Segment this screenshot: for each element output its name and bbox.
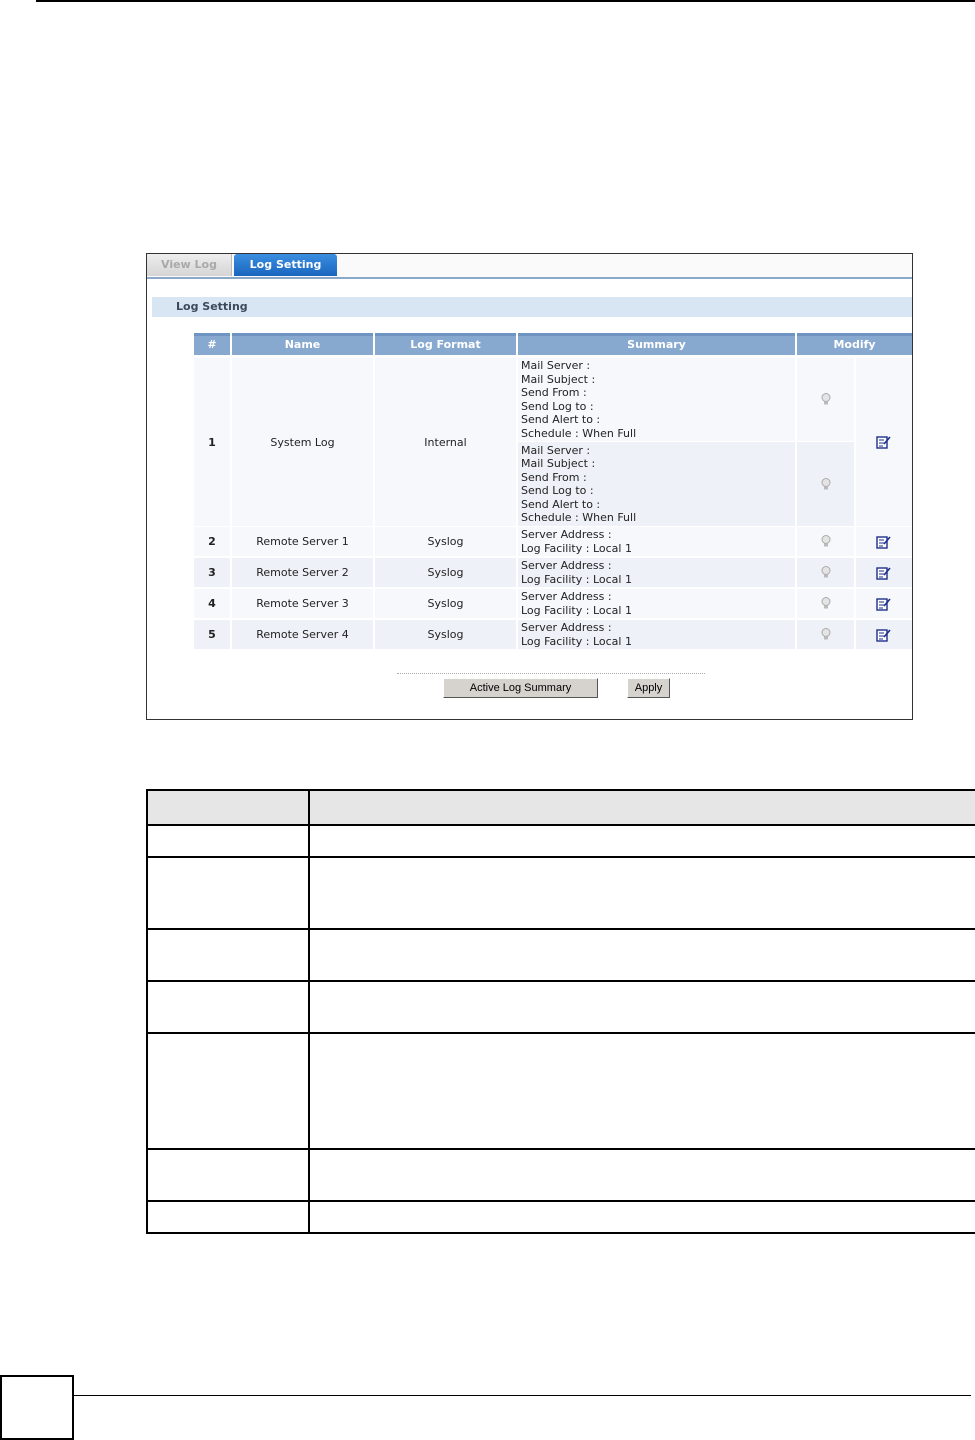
header-rule: [36, 0, 975, 2]
col-header-name: Name: [232, 333, 373, 355]
section-title: Log Setting: [152, 297, 912, 317]
table-row: [148, 980, 975, 1032]
table-row: [148, 824, 975, 856]
table-row: [148, 1148, 975, 1200]
row-summary: Server Address : Log Facility : Local 1: [518, 589, 795, 618]
description-table: [146, 789, 975, 1234]
tab-log-setting[interactable]: Log Setting: [234, 254, 337, 276]
footer-rule: [74, 1395, 971, 1396]
lightbulb-icon[interactable]: [797, 358, 854, 441]
row-name: Remote Server 2: [232, 558, 373, 587]
table-row: [148, 856, 975, 928]
lightbulb-icon[interactable]: [797, 620, 854, 649]
row-number: 3: [194, 558, 230, 587]
edit-icon[interactable]: [856, 589, 912, 618]
col-header-summary: Summary: [518, 333, 795, 355]
lightbulb-icon[interactable]: [797, 442, 854, 526]
row-summary: Server Address : Log Facility : Local 1: [518, 527, 795, 556]
lightbulb-icon[interactable]: [797, 589, 854, 618]
table-row: [148, 1200, 975, 1232]
row-summary: Mail Server : Mail Subject : Send From :…: [518, 442, 795, 526]
row-name: System Log: [232, 358, 373, 526]
row-summary: Mail Server : Mail Subject : Send From :…: [518, 358, 795, 441]
row-format: Syslog: [375, 589, 516, 618]
edit-icon[interactable]: [856, 558, 912, 587]
table-row: [148, 928, 975, 980]
active-log-summary-button[interactable]: Active Log Summary: [443, 678, 598, 698]
row-number: 4: [194, 589, 230, 618]
table-row: [148, 1032, 975, 1148]
row-format: Syslog: [375, 620, 516, 649]
lightbulb-icon[interactable]: [797, 558, 854, 587]
apply-button[interactable]: Apply: [627, 678, 670, 698]
tab-view-log[interactable]: View Log: [147, 254, 232, 276]
manual-page: View Log Log Setting Log Setting # Name …: [0, 0, 975, 1440]
row-summary: Server Address : Log Facility : Local 1: [518, 558, 795, 587]
row-format: Syslog: [375, 527, 516, 556]
col-header-num: #: [194, 333, 230, 355]
edit-icon[interactable]: [856, 358, 912, 526]
divider: [397, 673, 705, 674]
row-name: Remote Server 3: [232, 589, 373, 618]
row-name: Remote Server 4: [232, 620, 373, 649]
lightbulb-icon[interactable]: [797, 527, 854, 556]
row-number: 5: [194, 620, 230, 649]
edit-icon[interactable]: [856, 620, 912, 649]
table-header-row: [148, 791, 975, 824]
row-number: 2: [194, 527, 230, 556]
edit-icon[interactable]: [856, 527, 912, 556]
tab-bar: View Log Log Setting: [147, 254, 912, 279]
row-number: 1: [194, 358, 230, 526]
col-header-modify: Modify: [797, 333, 912, 355]
col-header-format: Log Format: [375, 333, 516, 355]
row-summary: Server Address : Log Facility : Local 1: [518, 620, 795, 649]
row-name: Remote Server 1: [232, 527, 373, 556]
row-format: Syslog: [375, 558, 516, 587]
row-format: Internal: [375, 358, 516, 526]
page-number-box: [0, 1375, 74, 1440]
